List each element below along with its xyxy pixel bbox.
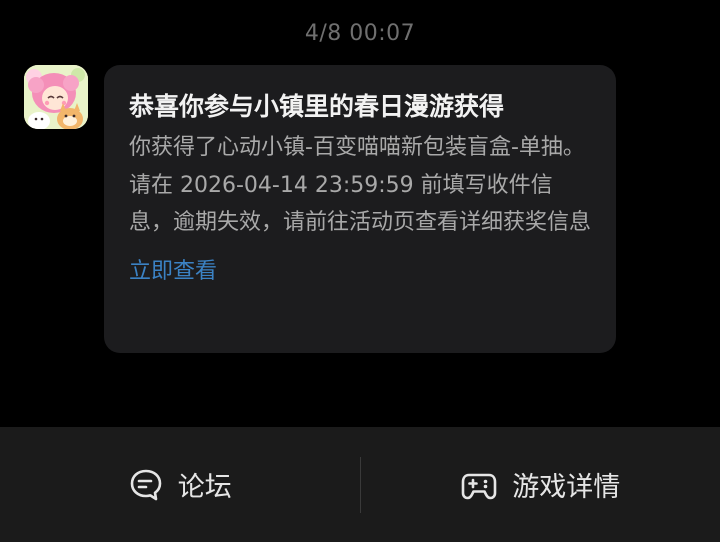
game-avatar-icon xyxy=(24,65,88,129)
app-avatar[interactable] xyxy=(24,65,88,129)
message-timestamp: 4/8 00:07 xyxy=(304,21,416,46)
view-now-link[interactable]: 立即查看 xyxy=(129,254,217,290)
bottom-action-bar: 论坛 游戏详情 xyxy=(0,427,720,542)
forum-chat-icon xyxy=(128,467,164,503)
chat-screen: 4/8 00:07 恭喜你参与小镇里的春日漫游获得 你获得了心动小镇-百变喵喵新… xyxy=(0,0,720,542)
forum-label: 论坛 xyxy=(177,472,232,503)
forum-button[interactable]: 论坛 xyxy=(0,427,360,542)
gamepad-icon xyxy=(460,467,498,503)
game-details-button[interactable]: 游戏详情 xyxy=(361,427,720,542)
message-bubble[interactable]: 恭喜你参与小镇里的春日漫游获得 你获得了心动小镇-百变喵喵新包装盲盒-单抽。请在… xyxy=(104,65,616,353)
game-details-label: 游戏详情 xyxy=(512,472,621,503)
message-body: 你获得了心动小镇-百变喵喵新包装盲盒-单抽。请在 2026-04-14 23:5… xyxy=(129,135,592,235)
message-title: 恭喜你参与小镇里的春日漫游获得 xyxy=(129,92,505,121)
